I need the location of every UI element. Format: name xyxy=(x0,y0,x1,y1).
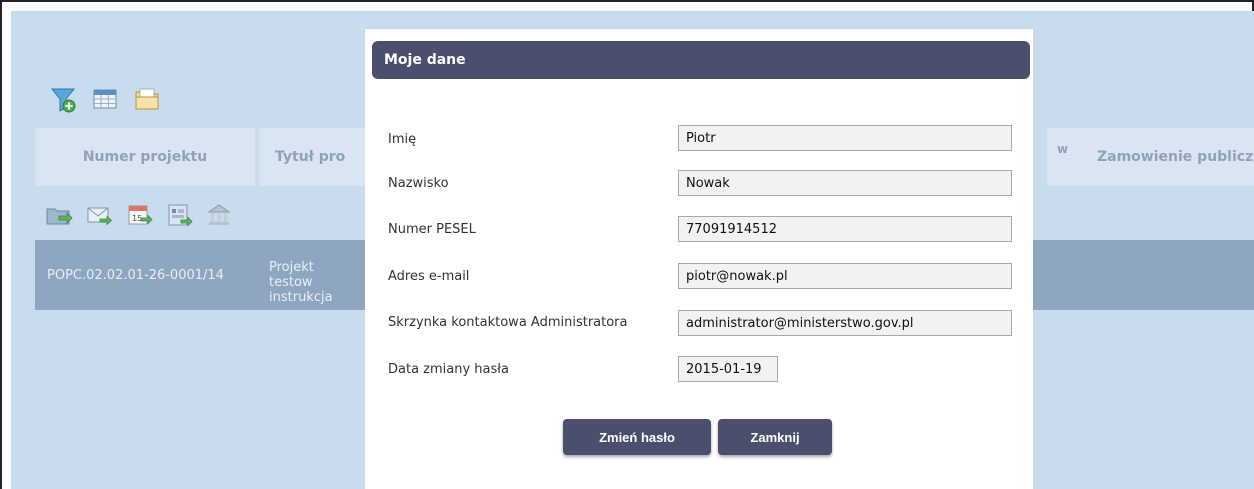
folder-icon[interactable] xyxy=(133,85,161,113)
column-header-zamowienie[interactable]: Zamowienie publiczn xyxy=(1081,128,1254,186)
folder-export-icon[interactable] xyxy=(45,201,73,229)
bank-icon[interactable] xyxy=(205,201,233,229)
label-pesel: Numer PESEL xyxy=(388,222,476,237)
field-data-zmiany-hasla: 2015-01-19 xyxy=(678,356,778,382)
table-icon[interactable] xyxy=(91,85,119,113)
top-toolbar xyxy=(49,83,161,115)
field-pesel: 77091914512 xyxy=(678,216,1012,242)
field-imie: Piotr xyxy=(678,125,1012,151)
column-header-numer[interactable]: Numer projektu xyxy=(35,128,255,186)
report-icon[interactable] xyxy=(165,201,193,229)
label-email: Adres e-mail xyxy=(388,269,470,284)
moje-dane-dialog: Moje dane Imię Piotr Nazwisko Nowak Nume… xyxy=(365,29,1033,489)
label-data-zmiany-hasla: Data zmiany hasła xyxy=(388,362,509,377)
field-email: piotr@nowak.pl xyxy=(678,263,1012,289)
change-password-button[interactable]: Zmień hasło xyxy=(563,419,711,455)
mail-icon[interactable] xyxy=(85,201,113,229)
label-nazwisko: Nazwisko xyxy=(388,176,449,191)
filter-add-icon[interactable] xyxy=(49,85,77,113)
cell-numer-projektu: POPC.02.02.01-26-0001/14 xyxy=(47,267,224,283)
field-nazwisko: Nowak xyxy=(678,170,1012,196)
label-imie: Imię xyxy=(388,132,417,147)
calendar-icon[interactable]: 15 xyxy=(125,201,153,229)
label-skrzynka: Skrzynka kontaktowa Administratora xyxy=(388,315,628,330)
close-button[interactable]: Zamknij xyxy=(718,419,832,455)
cell-tytul-projektu: Projekt testow instrukcja xyxy=(269,260,333,305)
app-background: Numer projektu Tytuł pro w Zamowienie pu… xyxy=(11,11,1254,489)
action-toolbar: 15 xyxy=(45,201,233,229)
field-skrzynka: administrator@ministerstwo.gov.pl xyxy=(678,310,1012,336)
dialog-title: Moje dane xyxy=(372,41,1030,79)
